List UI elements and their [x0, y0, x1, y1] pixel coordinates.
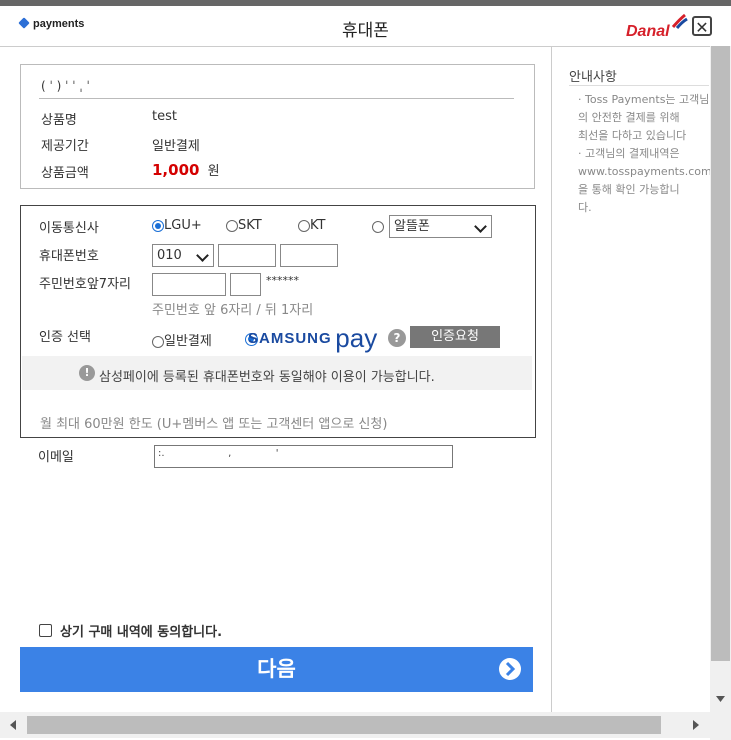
- next-button[interactable]: 다음: [20, 647, 533, 692]
- notice-text: 삼성페이에 등록된 휴대폰번호와 동일해야 이용이 가능합니다.: [99, 370, 435, 385]
- samsung-pay-notice: ! 삼성페이에 등록된 휴대폰번호와 동일해야 이용이 가능합니다.: [22, 356, 532, 390]
- sidebar-note-1: · Toss Payments는 고객님 의 안전한 결제를 위해 최선을 다하…: [578, 91, 710, 145]
- period-label: 제공기간: [41, 139, 89, 154]
- note-1-line-3: 최선을 다하고 있습니다: [578, 129, 687, 142]
- close-button[interactable]: ✕: [692, 16, 712, 37]
- samsung-wordmark: SAMSUNG: [248, 330, 332, 347]
- price-amount: 1,000: [152, 161, 200, 179]
- horizontal-scroll-thumb[interactable]: [27, 716, 661, 734]
- danal-swoosh-icon: [671, 13, 688, 29]
- ssn-hint: 주민번호 앞 6자리 / 뒤 1자리: [152, 303, 314, 318]
- note-1-line-2: 의 안전한 결제를 위해: [578, 111, 680, 124]
- payment-form-box: 이동통신사 LGU+ SKT KT 알뜰폰 휴대폰번호 010 주민번호앞7자리…: [20, 205, 536, 438]
- note-2-line-2: www.tosspayments.com: [578, 165, 710, 178]
- ssn-back-digit-input[interactable]: [230, 273, 261, 296]
- sidebar-note-2: · 고객님의 결제내역은 www.tosspayments.com 을 통해 확…: [578, 145, 710, 217]
- pay-wordmark: pay: [335, 323, 378, 353]
- product-name-label: 상품명: [41, 113, 77, 128]
- period-value: 일반결제: [152, 139, 200, 154]
- verify-request-button[interactable]: 인증요청: [410, 326, 500, 348]
- email-label: 이메일: [38, 450, 74, 465]
- phone-prefix-value: 010: [157, 248, 182, 263]
- phone-prefix-select[interactable]: 010: [152, 244, 214, 267]
- danal-logo: Danal: [626, 23, 670, 40]
- scroll-right-arrow-icon[interactable]: [689, 716, 703, 734]
- phone-last-input[interactable]: [280, 244, 338, 267]
- masked-product-line: ( ˈ ) ˈ ˈ ˌ ˈ ᅟ: [41, 79, 105, 93]
- help-icon[interactable]: ?: [388, 329, 406, 347]
- product-name-value: test: [152, 109, 177, 124]
- monthly-limit-text: 월 최대 60만원 한도 (U+멤버스 앱 또는 고객센터 앱으로 신청): [40, 417, 388, 432]
- radio-lgu-selected[interactable]: [152, 219, 164, 232]
- radio-auth-normal[interactable]: [152, 335, 164, 348]
- scroll-left-arrow-icon[interactable]: [6, 716, 20, 734]
- info-alert-icon: !: [79, 365, 95, 381]
- email-masked-value: :. , ': [158, 448, 279, 459]
- carrier-label: 이동통신사: [39, 221, 99, 236]
- price-value-wrap: 1,000 원: [152, 160, 220, 179]
- product-summary-box: ( ˈ ) ˈ ˈ ˌ ˈ ᅟ 상품명 test 제공기간 일반결제 상품금액 …: [20, 64, 535, 189]
- auth-option-normal[interactable]: 일반결제: [152, 330, 212, 349]
- carrier-skt-label: SKT: [238, 218, 262, 233]
- price-unit: 원: [207, 164, 220, 179]
- scrollbar-corner: [710, 712, 731, 740]
- ssn-label: 주민번호앞7자리: [39, 277, 131, 292]
- agree-label[interactable]: 상기 구매 내역에 동의합니다.: [60, 621, 222, 640]
- sidebar-title: 안내사항: [569, 70, 617, 85]
- carrier-lgu-label: LGU+: [164, 218, 202, 233]
- carrier-option-lgu[interactable]: LGU+: [152, 218, 202, 233]
- sidebar-divider: [551, 46, 552, 712]
- chevron-right-icon: [499, 658, 521, 680]
- page-title: 휴대폰: [342, 21, 389, 41]
- email-input[interactable]: :. , ': [154, 445, 453, 468]
- auth-normal-label: 일반결제: [164, 334, 212, 349]
- sidebar-title-underline: [569, 85, 709, 86]
- phone-label: 휴대폰번호: [39, 249, 99, 264]
- radio-skt[interactable]: [226, 219, 238, 232]
- header-bar: payments 휴대폰 Danal ✕: [0, 6, 731, 47]
- radio-kt[interactable]: [298, 219, 310, 232]
- carrier-kt-label: KT: [310, 218, 326, 233]
- samsung-pay-logo[interactable]: SAMSUNG pay: [248, 323, 377, 354]
- price-label: 상품금액: [41, 166, 89, 181]
- ssn-mask: ******: [266, 274, 299, 287]
- note-2-line-4: 다.: [578, 201, 592, 214]
- note-1-line-1: · Toss Payments는 고객님: [578, 93, 710, 106]
- note-2-line-3: 을 통해 확인 가능합니: [578, 183, 680, 196]
- vertical-scroll-thumb[interactable]: [711, 46, 730, 661]
- note-2-line-1: · 고객님의 결제내역은: [578, 147, 680, 160]
- mvno-select[interactable]: 알뜰폰: [389, 215, 492, 238]
- chevron-down-icon: [474, 220, 487, 233]
- agree-checkbox[interactable]: [39, 624, 52, 637]
- auth-label: 인증 선택: [39, 330, 91, 345]
- phone-middle-input[interactable]: [218, 244, 276, 267]
- mvno-select-value: 알뜰폰: [394, 219, 430, 234]
- radio-mvno[interactable]: [372, 220, 384, 233]
- scroll-down-arrow-icon[interactable]: [710, 692, 731, 706]
- ssn-front-input[interactable]: [152, 273, 226, 296]
- summary-divider: [39, 98, 514, 99]
- chevron-down-icon: [196, 249, 209, 262]
- carrier-option-kt[interactable]: KT: [298, 218, 325, 233]
- carrier-option-skt[interactable]: SKT: [226, 218, 262, 233]
